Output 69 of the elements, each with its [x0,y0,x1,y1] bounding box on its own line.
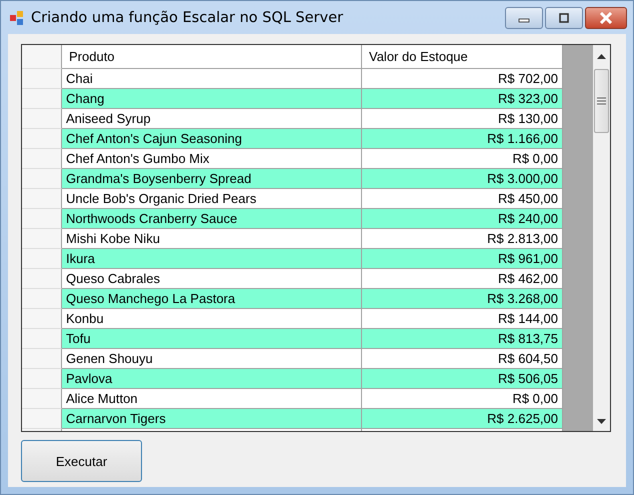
table-cell: R$ 3.268,00 [362,289,563,309]
table-cell: R$ 702,00 [362,69,563,89]
table-cell: Chef Anton's Cajun Seasoning [62,129,362,149]
column-header[interactable]: Produto [62,45,362,69]
table-cell: R$ 1.166,00 [362,129,563,149]
row-header[interactable] [22,249,62,269]
table-cell: Chang [62,89,362,109]
table-cell: Chef Anton's Gumbo Mix [62,149,362,169]
execute-button[interactable]: Executar [21,440,142,482]
row-header[interactable] [22,329,62,349]
table-cell: R$ 450,00 [362,189,563,209]
vertical-scrollbar[interactable] [593,45,610,431]
table-cell: Uncle Bob's Organic Dried Pears [62,189,362,209]
table-cell: R$ 130,00 [362,109,563,129]
table-cell: Northwoods Cranberry Sauce [62,209,362,229]
table-cell: R$ 2.813,00 [362,229,563,249]
table-cell: Carnarvon Tigers [62,409,362,429]
row-header[interactable] [22,269,62,289]
row-header[interactable] [22,149,62,169]
table-cell: Mishi Kobe Niku [62,229,362,249]
row-header[interactable] [22,169,62,189]
app-icon [9,10,25,26]
maximize-icon[interactable] [558,13,570,23]
table-cell: R$ 3.000,00 [362,169,563,189]
table-cell: R$ 2.625,00 [362,409,563,429]
table-cell: Genen Shouyu [62,349,362,369]
table-cell: Alice Mutton [62,389,362,409]
table-cell: Konbu [62,309,362,329]
close-button[interactable] [585,7,627,29]
table-cell: R$ 0,00 [362,149,563,169]
table-cell: R$ 462,00 [362,269,563,289]
row-header[interactable] [22,69,62,89]
table-cell: Chai [62,69,362,89]
close-icon[interactable] [599,12,613,24]
row-header[interactable] [22,289,62,309]
table-cell: Queso Manchego La Pastora [62,289,362,309]
row-header[interactable] [22,209,62,229]
table-cell: R$ 813,75 [362,329,563,349]
row-header[interactable] [22,389,62,409]
table-cell: R$ 240,00 [362,209,563,229]
scroll-thumb[interactable] [594,69,609,133]
row-header[interactable] [22,349,62,369]
row-header[interactable] [22,309,62,329]
scroll-up-icon[interactable] [597,54,606,59]
column-header[interactable]: Valor do Estoque [362,45,563,69]
table-cell: R$ 323,00 [362,89,563,109]
table-cell: Queso Cabrales [62,269,362,289]
grip-icon[interactable] [597,97,606,105]
row-header[interactable] [22,229,62,249]
maximize-button[interactable] [545,7,583,29]
table-cell: R$ 144,00 [362,309,563,329]
row-header[interactable] [22,369,62,389]
table-cell: R$ 506,05 [362,369,563,389]
row-header[interactable] [22,109,62,129]
scroll-down-icon[interactable] [597,419,606,424]
window-title: Criando uma função Escalar no SQL Server [31,10,344,26]
table-cell: R$ 0,00 [362,389,563,409]
table-cell: R$ 961,00 [362,249,563,269]
row-header[interactable] [22,89,62,109]
row-header[interactable] [22,129,62,149]
row-header[interactable] [22,189,62,209]
row-header[interactable] [22,409,62,429]
table-cell: Ikura [62,249,362,269]
minimize-button[interactable] [505,7,543,29]
table-cell: Pavlova [62,369,362,389]
table-cell: Tofu [62,329,362,349]
table-cell: R$ 604,50 [362,349,563,369]
table-cell: Grandma's Boysenberry Spread [62,169,362,189]
table-cell: Aniseed Syrup [62,109,362,129]
